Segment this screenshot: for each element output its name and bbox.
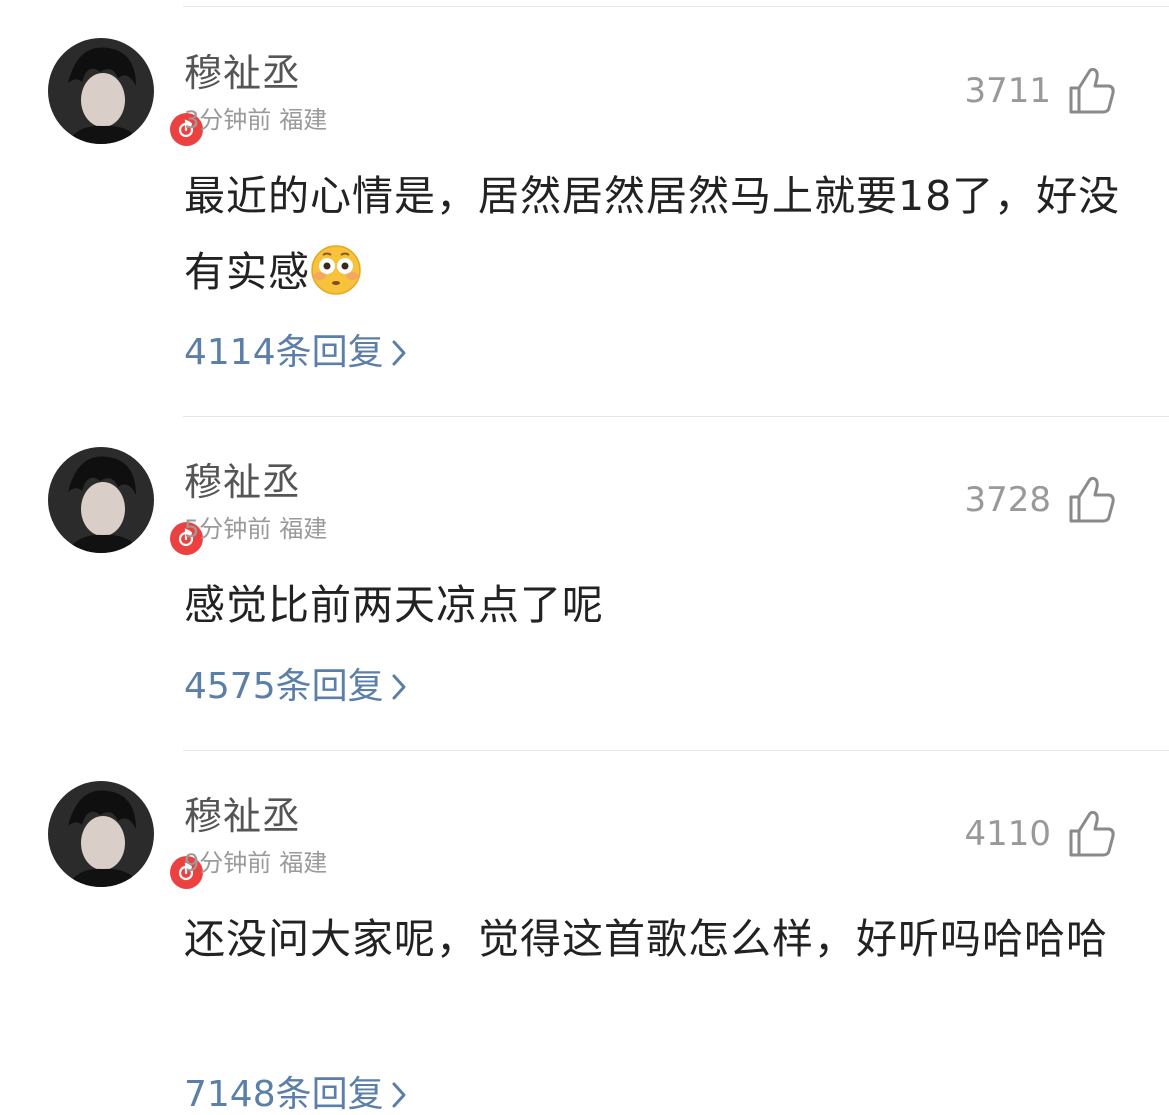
comment-text: 感觉比前两天凉点了呢 (184, 581, 604, 629)
comment-time: 9分钟前 (184, 849, 272, 877)
comment-text: 还没问大家呢，觉得这首歌怎么样，好听吗哈哈哈 (184, 915, 1108, 963)
avatar-image (48, 38, 154, 144)
replies-count: 4114条回复 (184, 332, 384, 373)
replies-count: 4575条回复 (184, 666, 384, 707)
like-button[interactable]: 3711 (964, 66, 1117, 116)
top-divider (183, 6, 1169, 7)
comment-item: 穆祉丞 5分钟前 福建 3728 感觉比前两天凉点了呢 4575条回复 (0, 447, 1169, 751)
comment-item: 穆祉丞 3分钟前 福建 3711 最近的心情是，居然居然居然马上就要18了，好没有… (0, 38, 1169, 417)
chevron-right-icon (392, 1082, 406, 1108)
like-count: 4110 (964, 814, 1051, 854)
comment-meta: 5分钟前 福建 (184, 517, 327, 541)
chevron-right-icon (392, 674, 406, 700)
replies-count: 7148条回复 (184, 1074, 384, 1115)
like-count: 3711 (964, 71, 1051, 111)
comment-item: 穆祉丞 9分钟前 福建 4110 还没问大家呢，觉得这首歌怎么样，好听吗哈哈哈 7… (0, 781, 1169, 1113)
comment-location: 福建 (279, 106, 328, 134)
avatar-image (48, 781, 154, 887)
comment-time: 5分钟前 (184, 515, 272, 543)
avatar[interactable] (48, 781, 206, 892)
replies-link[interactable]: 7148条回复 (184, 1077, 408, 1113)
comment-meta: 3分钟前 福建 (184, 108, 327, 132)
thumbs-up-icon (1069, 810, 1115, 857)
username[interactable]: 穆祉丞 (184, 463, 301, 501)
thumbs-up-icon (1069, 67, 1115, 114)
comment-divider (183, 750, 1169, 751)
comment-location: 福建 (279, 849, 328, 877)
avatar[interactable] (48, 38, 206, 149)
like-button[interactable]: 3728 (964, 475, 1117, 525)
comment-time: 3分钟前 (184, 106, 272, 134)
comment-meta: 9分钟前 福建 (184, 851, 327, 875)
thumbs-up-icon (1069, 476, 1115, 523)
like-button[interactable]: 4110 (964, 809, 1117, 859)
like-count: 3728 (964, 480, 1051, 520)
replies-link[interactable]: 4575条回复 (184, 669, 408, 705)
comment-divider (183, 416, 1169, 417)
avatar-image (48, 447, 154, 553)
username[interactable]: 穆祉丞 (184, 54, 301, 92)
comment-location: 福建 (279, 515, 328, 543)
comment-text: 最近的心情是，居然居然居然马上就要18了，好没有实感 (184, 158, 1134, 310)
chevron-right-icon (392, 340, 406, 366)
username[interactable]: 穆祉丞 (184, 797, 301, 835)
replies-link[interactable]: 4114条回复 (184, 335, 408, 371)
avatar[interactable] (48, 447, 206, 558)
flushed-face-emoji (311, 245, 361, 295)
